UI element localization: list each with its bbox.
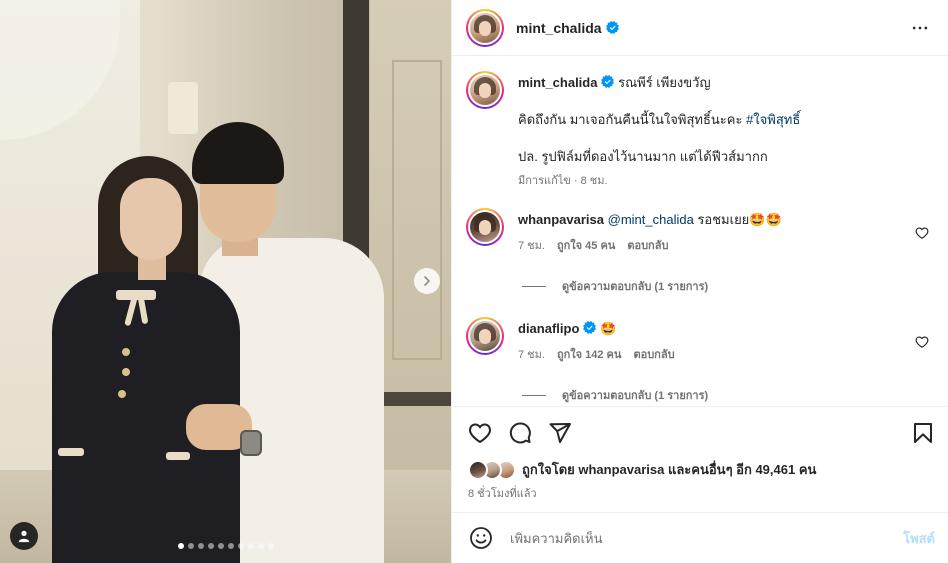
carousel-dot xyxy=(217,543,224,549)
caption-username[interactable]: mint_chalida xyxy=(518,75,597,90)
reply-button[interactable]: ตอบกลับ xyxy=(633,346,674,364)
post-side-panel: mint_chalida mint_chalida รณพีร์ เพียงขว… xyxy=(451,0,948,563)
smiley-icon xyxy=(470,527,492,549)
verified-badge-icon xyxy=(601,75,615,88)
like-heart-icon[interactable] xyxy=(915,226,929,240)
comment-bubble-icon xyxy=(509,421,531,443)
avatar[interactable] xyxy=(466,71,504,109)
view-replies-button[interactable]: ดูข้อความตอบกลับ (1 รายการ) xyxy=(522,386,933,404)
verified-badge-icon xyxy=(605,21,619,34)
comment-button[interactable] xyxy=(508,421,532,445)
avatar[interactable] xyxy=(466,208,504,246)
view-replies-label[interactable]: ดูข้อความตอบกลับ (1 รายการ) xyxy=(562,277,708,295)
post-header: mint_chalida xyxy=(452,0,948,56)
carousel-indicator xyxy=(0,543,451,549)
avatar[interactable] xyxy=(466,8,504,47)
comment-emoji: 🤩🤩 xyxy=(749,212,782,227)
caption-body: mint_chalida รณพีร์ เพียงขวัญ คิดถึงกัน … xyxy=(518,71,928,190)
comment-likes[interactable]: ถูกใจ 142 คน xyxy=(557,346,621,364)
photo-lamp xyxy=(168,82,198,134)
reply-button[interactable]: ตอบกลับ xyxy=(627,237,668,255)
likes-summary[interactable]: ถูกใจโดย whanpavarisa และคนอื่นๆ อีก 49,… xyxy=(468,459,816,480)
carousel-dot xyxy=(237,543,244,549)
photo-dress-button xyxy=(118,390,126,398)
comment-input[interactable] xyxy=(510,530,904,546)
view-replies-button[interactable]: ดูข้อความตอบกลับ (1 รายการ) xyxy=(522,277,933,295)
chevron-right-icon xyxy=(424,276,430,286)
caption-meta: มีการแก้ไข · 8 ชม. xyxy=(518,175,608,187)
post-photo[interactable] xyxy=(0,0,451,563)
comment-likes[interactable]: ถูกใจ 45 คน xyxy=(557,237,615,255)
share-button[interactable] xyxy=(548,421,572,445)
comment-time[interactable]: 7 ชม. xyxy=(518,346,545,364)
carousel-dot xyxy=(257,543,264,549)
verified-badge-icon xyxy=(583,321,597,334)
comment-composer: โพสต์ xyxy=(452,512,948,563)
caption-tagged-name: รณพีร์ เพียงขวัญ xyxy=(618,75,711,90)
action-bar xyxy=(452,406,948,458)
more-horizontal-icon xyxy=(912,26,928,29)
comment-text: รอชมเยย xyxy=(697,212,750,227)
bookmark-icon xyxy=(914,422,932,443)
more-options-button[interactable] xyxy=(908,16,932,40)
divider xyxy=(522,285,546,287)
caption-line1: คิดถึงกัน มาเจอกันคืนนี้ในใจพิสุทธิ์นะคะ xyxy=(518,112,743,127)
carousel-dot xyxy=(247,543,254,549)
comment-item: dianaflipo 🤩 7 ชม. ถูกใจ 142 คน ตอบกลับ xyxy=(466,317,933,364)
comment-username[interactable]: dianaflipo xyxy=(518,321,579,336)
photo-woman-face xyxy=(120,178,182,260)
carousel-dot xyxy=(267,543,274,549)
photo-pocket-bow xyxy=(58,448,84,456)
carousel-dot xyxy=(187,543,194,549)
carousel-dot xyxy=(227,543,234,549)
post-comment-button[interactable]: โพสต์ xyxy=(903,528,935,549)
divider xyxy=(522,394,546,396)
carousel-dot xyxy=(177,543,184,549)
photo-dress-button xyxy=(122,348,130,356)
photo-watch xyxy=(240,430,262,456)
paper-plane-icon xyxy=(549,422,571,443)
post-time[interactable]: 8 ชั่วโมงที่แล้ว xyxy=(468,484,537,502)
caption-hashtag[interactable]: #ใจพิสุทธิ์ xyxy=(746,112,800,127)
avatar xyxy=(468,459,488,480)
like-heart-icon[interactable] xyxy=(915,335,929,349)
caption: mint_chalida รณพีร์ เพียงขวัญ คิดถึงกัน … xyxy=(466,71,933,190)
like-button[interactable] xyxy=(468,421,492,445)
comment-mention[interactable]: @mint_chalida xyxy=(608,212,694,227)
photo-rail xyxy=(380,392,451,406)
user-icon xyxy=(18,530,30,543)
carousel-next-button[interactable] xyxy=(414,268,440,294)
comment-emoji: 🤩 xyxy=(600,321,617,336)
heart-icon xyxy=(468,422,492,443)
avatar[interactable] xyxy=(466,317,504,355)
view-replies-label[interactable]: ดูข้อความตอบกลับ (1 รายการ) xyxy=(562,386,708,404)
comment-time[interactable]: 7 ชม. xyxy=(518,237,545,255)
emoji-picker-button[interactable] xyxy=(468,525,494,551)
photo-door-frame xyxy=(392,60,442,360)
header-username[interactable]: mint_chalida xyxy=(516,20,602,36)
comment-item: whanpavarisa @mint_chalida รอชมเยย🤩🤩 7 ช… xyxy=(466,208,933,255)
save-button[interactable] xyxy=(911,421,935,445)
photo-pocket-bow xyxy=(166,452,190,460)
comment-username[interactable]: whanpavarisa xyxy=(518,212,604,227)
photo-man-hair xyxy=(192,122,284,184)
photo-dress-button xyxy=(122,368,130,376)
likes-count[interactable]: ถูกใจโดย whanpavarisa และคนอื่นๆ อีก 49,… xyxy=(522,459,816,480)
carousel-dot xyxy=(207,543,214,549)
carousel-dot xyxy=(197,543,204,549)
comments-section: mint_chalida รณพีร์ เพียงขวัญ คิดถึงกัน … xyxy=(452,57,948,406)
caption-line2: ปล. รูปฟิล์มที่ดองไว้นานมาก แต่ได้ฟีวส์ม… xyxy=(518,149,768,164)
